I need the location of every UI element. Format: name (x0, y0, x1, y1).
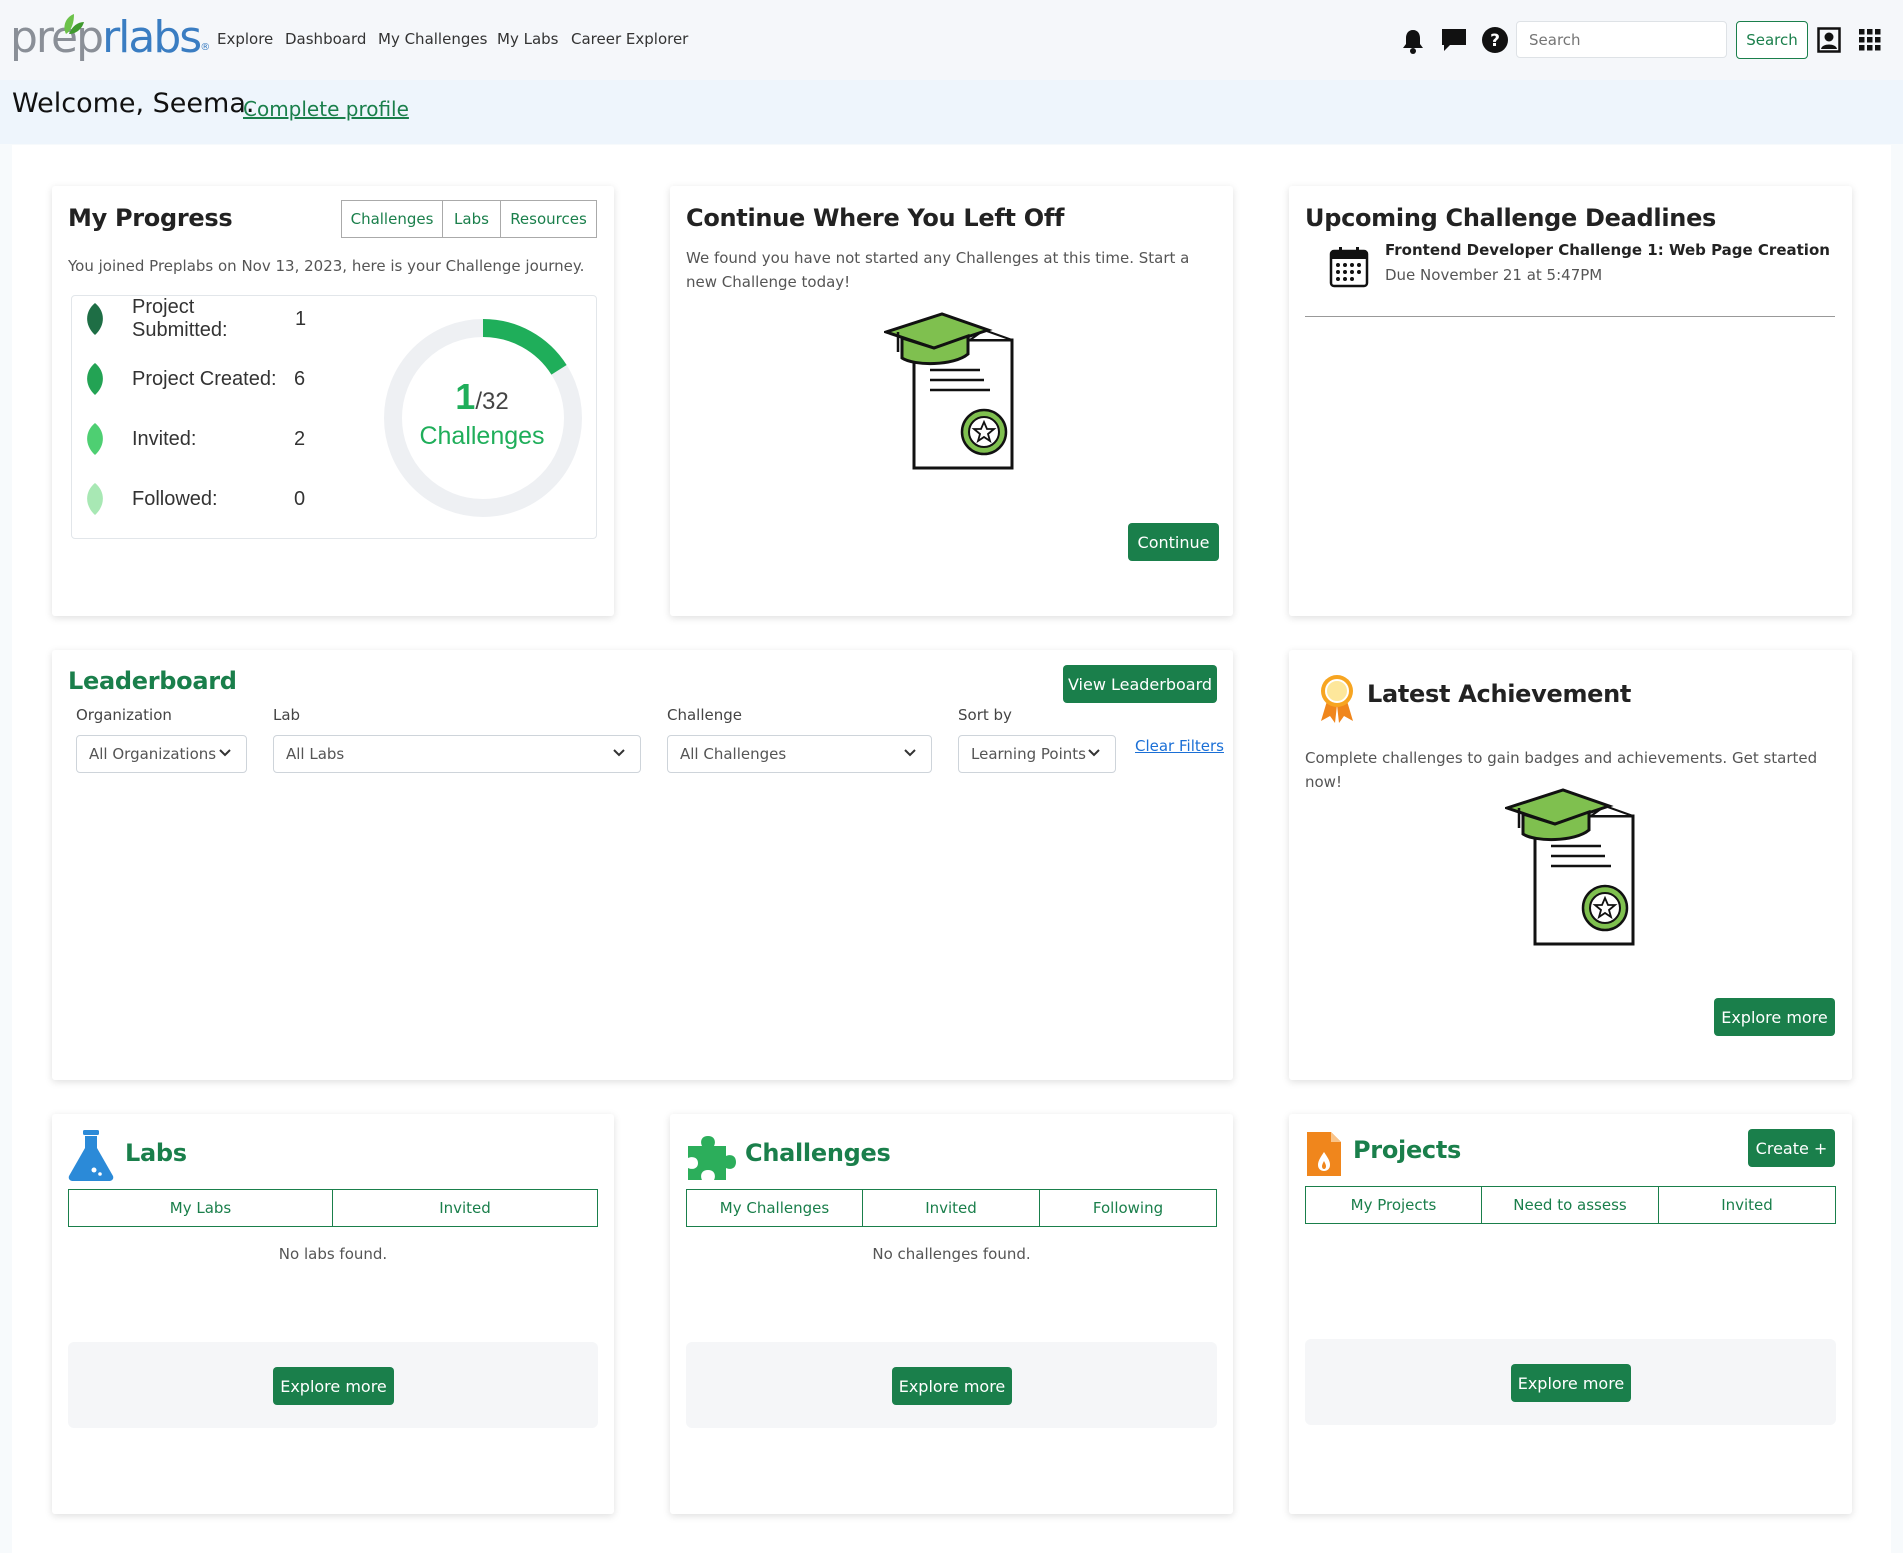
deadline-challenge-name[interactable]: Frontend Developer Challenge 1: Web Page… (1385, 241, 1830, 259)
projects-title: Projects (1353, 1136, 1462, 1164)
challenges-explore-button[interactable]: Explore more (892, 1367, 1012, 1405)
projects-card: Projects Create + My Projects Need to as… (1289, 1114, 1852, 1514)
deadline-divider (1305, 316, 1835, 317)
ring-count: 1/32 (455, 376, 509, 417)
deadlines-title: Upcoming Challenge Deadlines (1305, 204, 1717, 232)
nav-career-explorer[interactable]: Career Explorer (571, 30, 688, 48)
achievement-explore-button[interactable]: Explore more (1714, 998, 1835, 1036)
leaderboard-card: Leaderboard View Leaderboard Organizatio… (52, 650, 1233, 1080)
labs-card: Labs My Labs Invited No labs found. Expl… (52, 1114, 614, 1514)
nav-my-challenges[interactable]: My Challenges (378, 30, 487, 48)
logo-leaf-icon (64, 14, 84, 34)
tab-my-challenges[interactable]: My Challenges (686, 1189, 863, 1227)
stat-invited: Invited: 2 (132, 427, 306, 450)
organization-select[interactable]: All Organizations (76, 735, 247, 773)
tab-my-labs[interactable]: My Labs (68, 1189, 333, 1227)
chevron-down-icon (1088, 749, 1100, 757)
my-progress-card: My Progress Challenges Labs Resources Yo… (52, 186, 614, 616)
tab-following[interactable]: Following (1040, 1189, 1217, 1227)
tab-labs[interactable]: Labs (443, 200, 501, 238)
sort-by-select[interactable]: Learning Points (958, 735, 1116, 773)
challenges-title: Challenges (745, 1139, 891, 1167)
search-button[interactable]: Search (1736, 21, 1808, 59)
chevron-down-icon (904, 749, 916, 757)
chat-icon[interactable] (1441, 28, 1467, 52)
leaf-icon-followed (87, 483, 103, 515)
certificate-illustration (884, 312, 1014, 470)
flask-icon (68, 1130, 114, 1181)
chevron-down-icon (219, 749, 231, 757)
deadlines-card: Upcoming Challenge Deadlines Frontend De… (1289, 186, 1852, 616)
welcome-text: Welcome, Seema. (12, 88, 255, 119)
challenges-empty-message: No challenges found. (872, 1245, 1031, 1263)
labs-empty-message: No labs found. (278, 1245, 388, 1263)
certificate-illustration (1505, 788, 1635, 946)
leaf-icon-submitted (87, 303, 103, 335)
challenge-select[interactable]: All Challenges (667, 735, 932, 773)
clear-filters-link[interactable]: Clear Filters (1135, 737, 1224, 755)
leaf-icon-created (87, 363, 103, 395)
tab-challenges[interactable]: Challenges (341, 200, 443, 238)
tab-need-to-assess[interactable]: Need to assess (1482, 1186, 1659, 1224)
view-leaderboard-button[interactable]: View Leaderboard (1063, 665, 1217, 703)
tab-challenges-invited[interactable]: Invited (863, 1189, 1040, 1227)
progress-subtitle: You joined Preplabs on Nov 13, 2023, her… (68, 257, 585, 275)
apps-grid-icon[interactable] (1859, 29, 1881, 51)
award-ribbon-icon (1321, 675, 1353, 723)
filter-label-organization: Organization (76, 706, 172, 724)
chevron-down-icon (613, 749, 625, 757)
achievement-card: Latest Achievement Complete challenges t… (1289, 650, 1852, 1080)
achievement-title: Latest Achievement (1367, 680, 1632, 708)
stat-followed: Followed: 0 (132, 487, 306, 510)
tab-my-projects[interactable]: My Projects (1305, 1186, 1482, 1224)
complete-profile-link[interactable]: Complete profile (243, 97, 409, 121)
ring-caption: Challenges (419, 422, 545, 450)
nav-dashboard[interactable]: Dashboard (285, 30, 366, 48)
tab-resources[interactable]: Resources (501, 200, 597, 238)
filter-label-lab: Lab (273, 706, 301, 724)
stat-project-submitted: Project Submitted: 1 (132, 296, 307, 341)
tab-labs-invited[interactable]: Invited (333, 1189, 598, 1227)
calendar-icon (1329, 247, 1369, 288)
preprlabs-logo[interactable]: preprlabs® (10, 8, 210, 68)
profile-icon[interactable] (1817, 27, 1841, 53)
labs-explore-button[interactable]: Explore more (273, 1367, 394, 1405)
filter-label-challenge: Challenge (667, 706, 742, 724)
nav-my-labs[interactable]: My Labs (497, 30, 558, 48)
tab-projects-invited[interactable]: Invited (1659, 1186, 1836, 1224)
stat-project-created: Project Created: 6 (132, 367, 306, 390)
continue-title: Continue Where You Left Off (686, 204, 1065, 232)
challenge-progress-ring (384, 319, 582, 517)
challenges-card: Challenges My Challenges Invited Followi… (670, 1114, 1233, 1514)
leaf-icon-invited (87, 423, 103, 455)
labs-title: Labs (125, 1139, 187, 1167)
continue-button[interactable]: Continue (1128, 523, 1219, 561)
nav-explore[interactable]: Explore (217, 30, 273, 48)
projects-explore-button[interactable]: Explore more (1511, 1364, 1631, 1402)
create-project-button[interactable]: Create + (1748, 1129, 1835, 1167)
leaderboard-title: Leaderboard (68, 667, 237, 695)
svg-text:?: ? (1490, 31, 1500, 51)
project-file-icon (1307, 1132, 1341, 1176)
bell-icon[interactable] (1402, 28, 1424, 54)
continue-card: Continue Where You Left Off We found you… (670, 186, 1233, 616)
puzzle-icon (688, 1136, 736, 1180)
continue-text: We found you have not started any Challe… (686, 249, 1190, 291)
deadline-due-date: Due November 21 at 5:47PM (1385, 266, 1603, 284)
help-icon[interactable]: ? (1482, 27, 1508, 53)
my-progress-title: My Progress (68, 204, 233, 232)
lab-select[interactable]: All Labs (273, 735, 641, 773)
filter-label-sort: Sort by (958, 706, 1012, 724)
search-input[interactable] (1516, 21, 1727, 58)
